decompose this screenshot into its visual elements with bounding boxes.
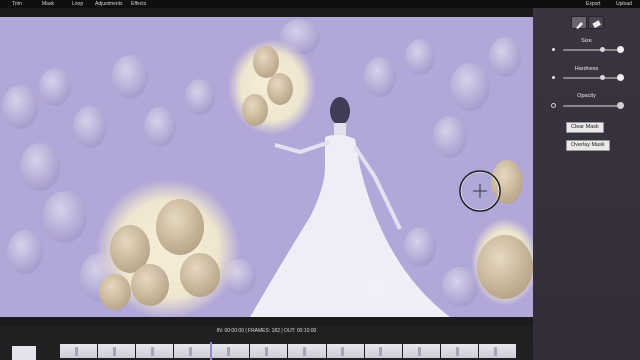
- playhead[interactable]: [210, 342, 212, 360]
- frame-thumb: [250, 344, 288, 358]
- timeline-info: IN: 00:00:00 | FRAMES: 182 | OUT: 00:10:…: [216, 328, 317, 334]
- size-label: Size: [581, 38, 592, 44]
- hardness-max-icon: [617, 74, 624, 81]
- frame-strip[interactable]: [60, 344, 516, 358]
- top-menu-bar: Trim Mask Loop Adjustments Effects Expor…: [0, 0, 640, 8]
- size-max-icon: [617, 46, 624, 53]
- hardness-min-icon: [552, 76, 555, 79]
- menu-effects[interactable]: Effects: [131, 1, 146, 7]
- eraser-tool-button[interactable]: [588, 16, 604, 29]
- frame-thumb: [174, 344, 212, 358]
- brush-tool-button[interactable]: [571, 16, 587, 29]
- clear-mask-button[interactable]: Clear Mask: [566, 122, 604, 133]
- menu-upload[interactable]: Upload: [616, 1, 632, 7]
- frame-thumb: [288, 344, 326, 358]
- timeline: IN: 00:00:00 | FRAMES: 182 | OUT: 00:10:…: [0, 326, 533, 360]
- menu-loop[interactable]: Loop: [72, 1, 83, 7]
- frame-thumb: [326, 344, 364, 358]
- menu-adjustments[interactable]: Adjustments: [95, 1, 123, 7]
- timeline-thumbnail[interactable]: [12, 346, 36, 360]
- video-canvas[interactable]: [0, 17, 533, 317]
- menu-trim[interactable]: Trim: [12, 1, 22, 7]
- frame-thumb: [136, 344, 174, 358]
- menu-export[interactable]: Export: [586, 1, 600, 7]
- size-slider[interactable]: [563, 47, 619, 52]
- frame-thumb: [364, 344, 402, 358]
- frame-thumb: [440, 344, 478, 358]
- opacity-slider[interactable]: [563, 103, 622, 108]
- frame-thumb: [212, 344, 250, 358]
- masked-video-frame: [0, 17, 533, 317]
- frame-thumb: [478, 344, 516, 358]
- size-slider-knob[interactable]: [599, 47, 605, 52]
- mask-tools-panel: Size Hardness Opacity Clear Mask Overlay…: [533, 8, 640, 360]
- size-min-icon: [552, 48, 555, 51]
- overlay-mask-button[interactable]: Overlay Mask: [566, 140, 610, 151]
- eraser-icon: [592, 20, 601, 29]
- hardness-label: Hardness: [574, 66, 599, 72]
- frame-thumb: [60, 344, 98, 358]
- frame-thumb: [402, 344, 440, 358]
- hardness-slider-knob[interactable]: [599, 75, 605, 80]
- opacity-min-icon: [551, 103, 556, 108]
- opacity-max-icon: [617, 102, 624, 109]
- opacity-label: Opacity: [577, 93, 596, 99]
- hardness-slider[interactable]: [563, 75, 619, 80]
- frame-thumb: [98, 344, 136, 358]
- brush-icon: [576, 22, 583, 29]
- menu-mask[interactable]: Mask: [42, 1, 54, 7]
